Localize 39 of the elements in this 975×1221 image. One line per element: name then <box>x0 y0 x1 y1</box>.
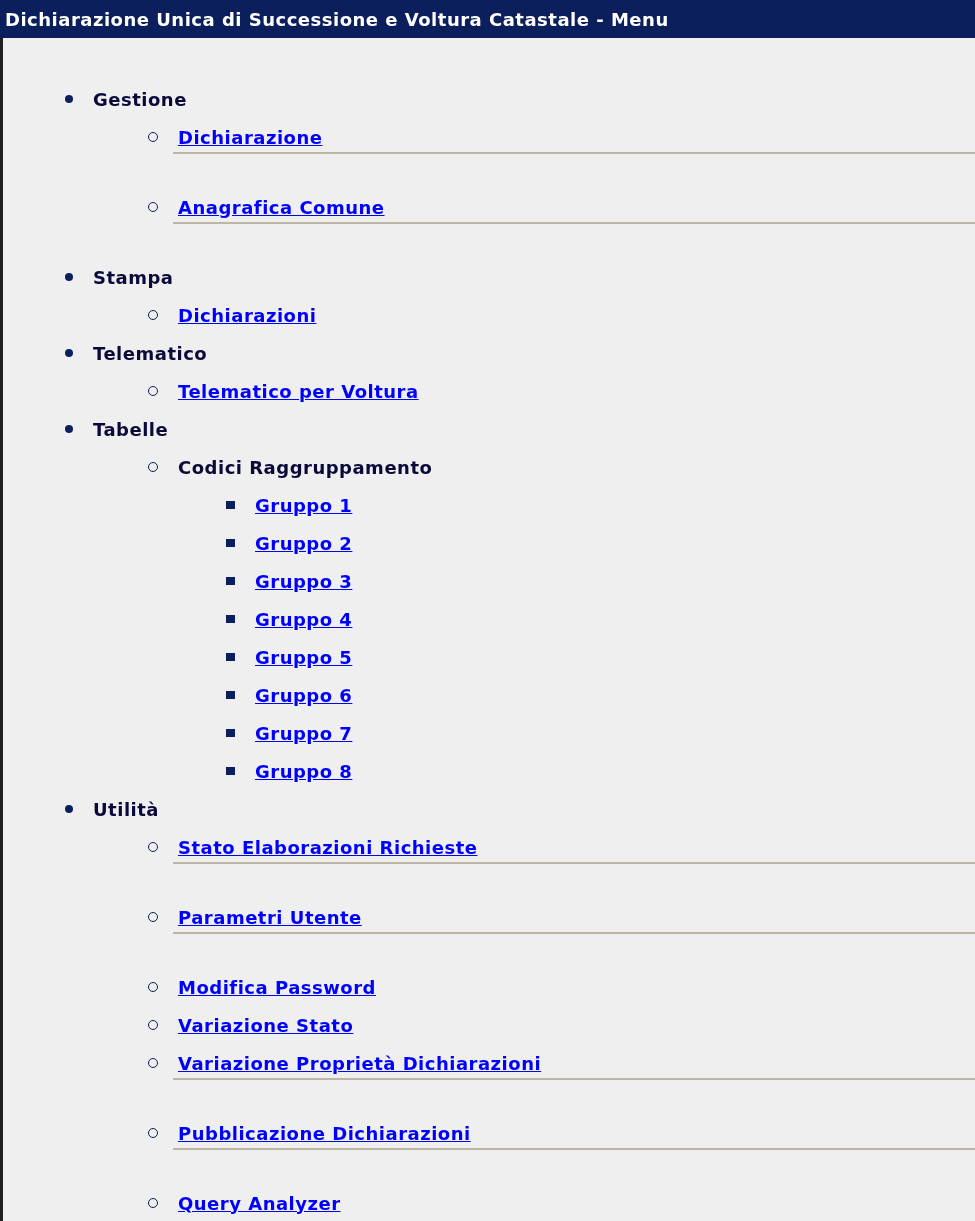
bullet-icon <box>226 501 235 509</box>
menu-heading: Utilità <box>93 797 159 822</box>
menu-link[interactable]: Dichiarazioni <box>178 301 317 329</box>
menu-heading: Codici Raggruppamento <box>178 455 433 480</box>
bullet-icon <box>65 425 73 433</box>
menu-link[interactable]: Variazione Proprietà Dichiarazioni <box>178 1049 542 1077</box>
bullet-icon <box>226 615 235 623</box>
menu-link[interactable]: Dichiarazione <box>178 123 323 151</box>
bullet-icon <box>226 767 235 775</box>
menu-link[interactable]: Gruppo 5 <box>255 643 353 671</box>
bullet-icon <box>226 539 235 547</box>
menu-link[interactable]: Modifica Password <box>178 973 376 1001</box>
menu-link[interactable]: Gruppo 7 <box>255 719 353 747</box>
menu-link[interactable]: Query Analyzer <box>178 1189 341 1217</box>
menu-link[interactable]: Stato Elaborazioni Richieste <box>178 833 478 861</box>
menu-link[interactable]: Variazione Stato <box>178 1011 354 1039</box>
menu-link[interactable]: Gruppo 6 <box>255 681 353 709</box>
menu-heading: Stampa <box>93 265 174 290</box>
bullet-icon <box>226 653 235 661</box>
bullet-icon <box>65 273 73 281</box>
menu-link[interactable]: Gruppo 2 <box>255 529 353 557</box>
menu-link[interactable]: Gruppo 1 <box>255 491 353 519</box>
menu-link[interactable]: Gruppo 4 <box>255 605 353 633</box>
menu-link[interactable]: Parametri Utente <box>178 903 362 931</box>
menu-heading: Tabelle <box>93 417 169 442</box>
menu-link[interactable]: Gruppo 3 <box>255 567 353 595</box>
menu-heading: Telematico <box>93 341 208 366</box>
menu-link[interactable]: Anagrafica Comune <box>178 193 385 221</box>
window-title: Dichiarazione Unica di Successione e Voltura Catastale - Menu <box>5 7 669 32</box>
menu-heading: Gestione <box>93 87 187 112</box>
bullet-icon <box>65 95 73 103</box>
bullet-icon <box>65 349 73 357</box>
menu-link[interactable]: Gruppo 8 <box>255 757 353 785</box>
menu-link[interactable]: Pubblicazione Dichiarazioni <box>178 1119 471 1147</box>
bullet-icon <box>226 729 235 737</box>
bullet-icon <box>65 805 73 813</box>
bullet-icon <box>226 577 235 585</box>
bullet-icon <box>226 691 235 699</box>
menu-link[interactable]: Telematico per Voltura <box>178 377 419 405</box>
